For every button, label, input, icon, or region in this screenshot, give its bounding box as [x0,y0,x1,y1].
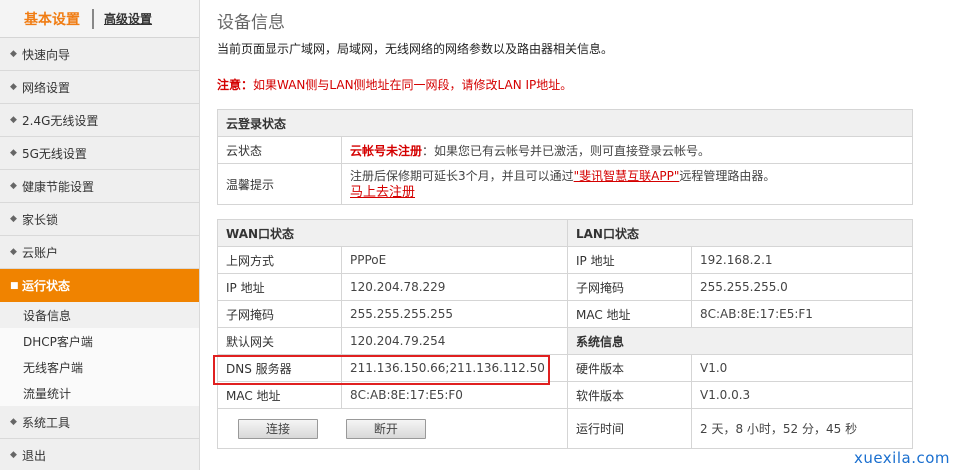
bullet-icon: ◆ [10,115,17,125]
sidebar-item-run-status[interactable]: ■ 运行状态 [0,269,199,302]
bullet-icon: ◆ [10,148,17,158]
bullet-icon: ◆ [10,181,17,191]
wan-buttons-cell: 连接 断开 [217,408,568,449]
notice-text: 注意：如果WAN侧与LAN侧地址在同一网段，请修改LAN IP地址。 [217,76,572,93]
notice-prefix: 注意： [217,78,254,92]
cloud-status-value: 云帐号未注册：如果您已有云帐号并已激活，则可直接登录云帐号。 [341,136,913,164]
system-label: 软件版本 [567,381,692,409]
register-link[interactable]: 马上去注册 [350,185,415,200]
status-table: WAN口状态 LAN口状态 上网方式 PPPoE IP 地址 192.168.2… [217,219,913,449]
lan-label: MAC 地址 [567,300,692,328]
wan-value: 211.136.150.66;211.136.112.50 [341,354,568,382]
sidebar-item-network[interactable]: ◆ 网络设置 [0,71,199,104]
cloud-status-table: 云登录状态 云状态 云帐号未注册：如果您已有云帐号并已激活，则可直接登录云帐号。… [217,109,913,205]
sidebar-item-energy[interactable]: ◆ 健康节能设置 [0,170,199,203]
wan-value: 8C:AB:8E:17:E5:F0 [341,381,568,409]
system-value: V1.0 [691,354,913,382]
system-header: 系统信息 [567,327,913,355]
wan-label: 默认网关 [217,327,342,355]
sidebar-item-parental-lock[interactable]: ◆ 家长锁 [0,203,199,236]
bullet-icon: ◆ [10,417,17,427]
lan-label: 子网掩码 [567,273,692,301]
page-title: 设备信息 [217,13,285,33]
sidebar-item-label: 运行状态 [22,279,71,293]
cloud-app-link[interactable]: "斐讯智慧互联APP" [574,169,680,183]
notice-body: 如果WAN侧与LAN侧地址在同一网段，请修改LAN IP地址。 [253,78,573,92]
sidebar-item-cloud-account[interactable]: ◆ 云账户 [0,236,199,269]
system-label: 硬件版本 [567,354,692,382]
page-description: 当前页面显示广域网，局域网，无线网络的网络参数以及路由器相关信息。 [217,42,614,56]
sidebar-subitem-device-info[interactable]: 设备信息 [0,302,199,328]
cloud-status-label: 云状态 [217,136,342,164]
sidebar-item-label: 2.4G无线设置 [22,113,99,128]
sidebar-item-wireless-24g[interactable]: ◆ 2.4G无线设置 [0,104,199,137]
wan-label: 子网掩码 [217,300,342,328]
sidebar-subitem-label: DHCP客户端 [23,334,93,349]
cloud-tip-text-1: 注册后保修期可延长3个月，并且可以通过 [350,168,574,183]
main-content: 设备信息 当前页面显示广域网，局域网，无线网络的网络参数以及路由器相关信息。 注… [217,0,960,470]
lan-label: IP 地址 [567,246,692,274]
cloud-tip-value: 注册后保修期可延长3个月，并且可以通过"斐讯智慧互联APP"远程管理路由器。 马… [341,163,913,205]
lan-header: LAN口状态 [567,219,913,247]
bullet-icon: ◆ [10,82,17,92]
sidebar-subitem-dhcp-clients[interactable]: DHCP客户端 [0,328,199,354]
bullet-icon: ◆ [10,49,17,59]
bullet-icon: ◆ [10,450,17,460]
sidebar-item-label: 系统工具 [22,415,71,430]
cloud-status-text: ：如果您已有云帐号并已激活，则可直接登录云帐号。 [422,143,711,158]
sidebar-item-label: 健康节能设置 [22,179,95,194]
wan-label: IP 地址 [217,273,342,301]
lan-value: 255.255.255.0 [691,273,913,301]
system-value: 2 天，8 小时，52 分，45 秒 [691,408,913,449]
wan-label: 上网方式 [217,246,342,274]
lan-value: 192.168.2.1 [691,246,913,274]
sidebar-item-label: 退出 [22,448,47,463]
sidebar: 基本设置 高级设置 ◆ 快速向导 ◆ 网络设置 ◆ 2.4G无线设置 ◆ 5G无线设置 … [0,0,200,470]
tab-divider [92,8,94,29]
square-bullet-icon: ■ [10,280,19,291]
sidebar-subitem-label: 流量统计 [23,386,72,401]
bullet-icon: ◆ [10,214,17,224]
connect-button[interactable]: 连接 [238,418,318,439]
sidebar-subitem-traffic-stats[interactable]: 流量统计 [0,380,199,406]
wan-value: 120.204.78.229 [341,273,568,301]
sidebar-item-label: 网络设置 [22,80,71,95]
wan-label: MAC 地址 [217,381,342,409]
sidebar-item-label: 快速向导 [22,47,71,62]
sidebar-subitem-wireless-clients[interactable]: 无线客户端 [0,354,199,380]
wan-label: DNS 服务器 [217,354,342,382]
sidebar-item-label: 5G无线设置 [22,146,87,161]
sidebar-item-logout[interactable]: ◆ 退出 [0,439,199,470]
wan-value: 120.204.79.254 [341,327,568,355]
sidebar-item-wireless-5g[interactable]: ◆ 5G无线设置 [0,137,199,170]
sidebar-item-quick-wizard[interactable]: ◆ 快速向导 [0,38,199,71]
cloud-tip-label: 温馨提示 [217,163,342,205]
sidebar-subitem-label: 设备信息 [23,308,72,323]
disconnect-button[interactable]: 断开 [345,418,426,439]
watermark: xuexila.com [853,449,950,467]
tab-basic-settings[interactable]: 基本设置 [24,9,80,29]
cloud-unregistered-text: 云帐号未注册 [350,143,423,158]
tab-advanced-settings[interactable]: 高级设置 [104,10,152,27]
system-label: 运行时间 [567,408,692,449]
wan-value: 255.255.255.255 [341,300,568,328]
bullet-icon: ◆ [10,247,17,257]
wan-value: PPPoE [341,246,568,274]
sidebar-item-label: 家长锁 [22,212,59,227]
sidebar-item-label: 云账户 [22,245,59,260]
wan-header: WAN口状态 [217,219,568,247]
sidebar-subitem-label: 无线客户端 [23,360,84,375]
sidebar-item-system-tools[interactable]: ◆ 系统工具 [0,406,199,439]
sidebar-top-tabs: 基本设置 高级设置 [0,0,199,38]
system-value: V1.0.0.3 [691,381,913,409]
cloud-header: 云登录状态 [217,109,913,137]
cloud-tip-text-2: 远程管理路由器。 [679,168,776,183]
lan-value: 8C:AB:8E:17:E5:F1 [691,300,913,328]
